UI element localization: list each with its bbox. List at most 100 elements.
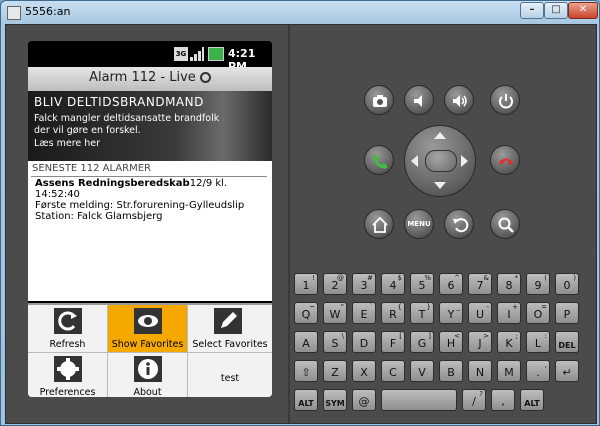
key-a[interactable]: A (294, 331, 318, 353)
back-button[interactable] (444, 209, 474, 239)
panel-divider (288, 25, 290, 423)
key-c[interactable]: C (381, 360, 405, 382)
key-label: P (563, 308, 571, 321)
key-sym[interactable]: SYM (323, 389, 347, 411)
key-d[interactable]: D (352, 331, 376, 353)
key-f[interactable]: F[ (381, 331, 405, 353)
key-5[interactable]: 5% (410, 273, 434, 295)
key-w[interactable]: W " (323, 302, 347, 324)
key-alt-label: ( (544, 274, 547, 282)
key-v[interactable]: V (410, 360, 434, 382)
key-alt-label: & (483, 274, 489, 282)
key-label: N (475, 366, 485, 379)
key-label: V (418, 366, 426, 379)
key-g[interactable]: G] (410, 331, 434, 353)
key-z[interactable]: Z (323, 360, 347, 382)
key-q[interactable]: Q ~ (294, 302, 318, 324)
menu-item-test[interactable]: test (188, 353, 272, 397)
dpad-left-icon[interactable] (411, 155, 418, 167)
banner-read-more-link[interactable]: Læs mere her (34, 138, 100, 149)
key-del[interactable]: DEL (555, 331, 579, 353)
call-button[interactable] (364, 145, 394, 175)
maximize-icon: □ (551, 4, 561, 15)
volume-down-button[interactable] (404, 85, 434, 115)
power-button[interactable] (490, 85, 520, 115)
key-j[interactable]: J > (468, 331, 492, 353)
key-4[interactable]: 4 $ (381, 273, 405, 295)
key-m[interactable]: M (497, 360, 521, 382)
key-6[interactable]: 6 ^ (439, 273, 463, 295)
key-8[interactable]: 8 * (497, 273, 521, 295)
volume-up-button[interactable] (444, 85, 474, 115)
key-3[interactable]: 3 # (352, 273, 376, 295)
key-t[interactable]: T} (410, 302, 434, 324)
key-2[interactable]: 2 @ (323, 273, 347, 295)
key-o[interactable]: O = (526, 302, 550, 324)
key-x[interactable]: X (352, 360, 376, 382)
key-b[interactable]: B (439, 360, 463, 382)
key-e[interactable]: E ` (352, 302, 376, 324)
key-l[interactable]: L: (526, 331, 550, 353)
menu-item-preferences[interactable]: Preferences (28, 353, 108, 397)
end-call-button[interactable] (490, 145, 520, 175)
key-y[interactable]: Y _ (439, 302, 463, 324)
home-button[interactable] (364, 209, 394, 239)
menu-item-about[interactable]: About (108, 353, 188, 397)
minimize-button[interactable]: – (520, 2, 544, 19)
gear-icon (54, 356, 82, 382)
key-0[interactable]: 0) (555, 273, 579, 295)
key-label: ALT (298, 399, 314, 408)
key-alt[interactable]: ALT (294, 389, 318, 411)
key-alt-label: _ (456, 303, 461, 311)
emulator-window: 5556:an – □ ✕ 3G 4:21 PM Alarm 112 - Liv… (0, 0, 600, 426)
key-symbol[interactable]: ⇧ (294, 360, 318, 382)
signal-icon (190, 47, 204, 61)
key-alt-label: " (340, 303, 344, 311)
dpad-center-button[interactable] (425, 150, 457, 172)
menu-item-refresh[interactable]: Refresh (28, 305, 108, 353)
dpad[interactable] (404, 125, 476, 197)
search-button[interactable] (490, 209, 520, 239)
key-s[interactable]: S \ (323, 331, 347, 353)
key-symbol[interactable]: @ (352, 389, 376, 411)
camera-button[interactable] (364, 85, 394, 115)
key-k[interactable]: K; (497, 331, 521, 353)
key-alt-label: > (483, 332, 489, 340)
key-alt[interactable]: ALT (520, 389, 544, 411)
key-r[interactable]: R{ (381, 302, 405, 324)
volume-up-icon (453, 95, 467, 107)
key-9[interactable]: 9( (526, 273, 550, 295)
battery-icon (208, 47, 224, 61)
key-1[interactable]: 1! (294, 273, 318, 295)
dpad-right-icon[interactable] (461, 155, 468, 167)
key-p[interactable]: P (555, 302, 579, 324)
promo-banner[interactable]: BLIV DELTIDSBRANDMAND Falck mangler delt… (28, 91, 272, 161)
key-symbol[interactable]: /? (462, 389, 486, 411)
key-7[interactable]: 7 & (468, 273, 492, 295)
menu-button-label: MENU (407, 220, 431, 228)
menu-button[interactable]: MENU (404, 209, 434, 239)
dpad-down-icon[interactable] (434, 182, 446, 189)
minimize-icon: – (529, 4, 535, 15)
key-space[interactable] (381, 389, 457, 411)
key-symbol[interactable]: ↵ (555, 360, 579, 382)
key-u[interactable]: U- (468, 302, 492, 324)
window-titlebar[interactable]: 5556:an – □ ✕ (1, 1, 599, 23)
key-alt-label: ~ (309, 303, 315, 311)
key-h[interactable]: H < (439, 331, 463, 353)
menu-item-label: Show Favorites (111, 339, 184, 350)
key-alt-label: ) (573, 274, 576, 282)
alarm-item[interactable]: Assens Redningsberedskab12/9 kl. 14:52:4… (35, 178, 272, 222)
key-symbol[interactable]: , (491, 389, 515, 411)
menu-item-label: Select Favorites (192, 339, 268, 350)
key-n[interactable]: N (468, 360, 492, 382)
maximize-button[interactable]: □ (544, 2, 568, 19)
menu-item-select-favorites[interactable]: Select Favorites (188, 305, 272, 353)
menu-item-show-favorites[interactable]: Show Favorites (108, 305, 188, 353)
close-button[interactable]: ✕ (568, 2, 598, 19)
key-i[interactable]: I + (497, 302, 521, 324)
key-symbol[interactable]: ., (526, 360, 550, 382)
key-alt-label: { (397, 303, 402, 311)
menu-item-label: About (133, 387, 162, 397)
dpad-up-icon[interactable] (434, 132, 446, 139)
